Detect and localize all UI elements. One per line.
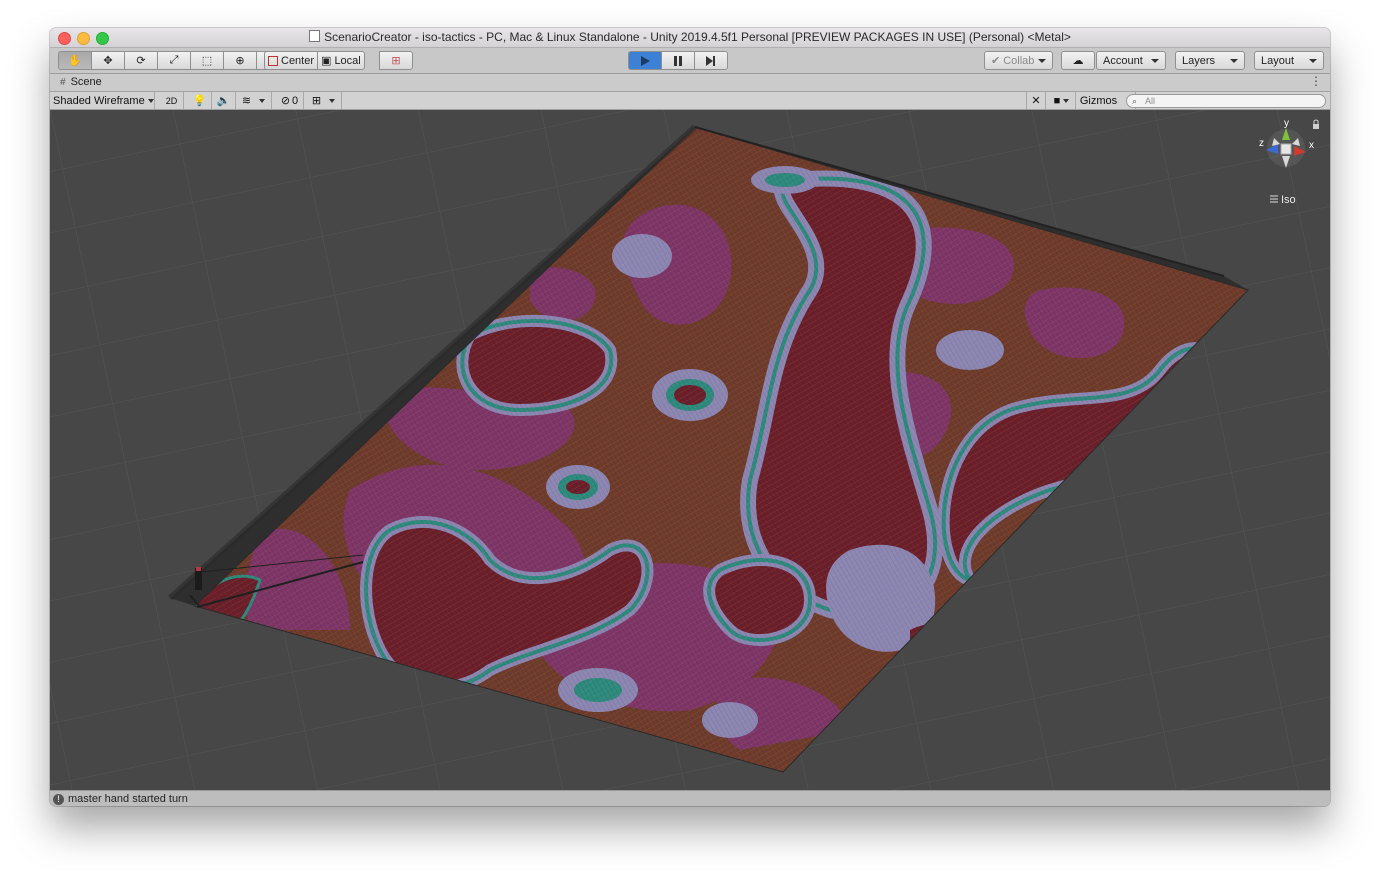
- play-button[interactable]: [628, 51, 661, 70]
- window-title: ScenarioCreator - iso-tactics - PC, Mac …: [50, 30, 1330, 44]
- camera-dropdown[interactable]: ■: [1048, 92, 1076, 109]
- camera-icon: ■: [1053, 94, 1061, 107]
- layout-dropdown[interactable]: Layout: [1254, 51, 1324, 70]
- hidden-objects-toggle[interactable]: ⊘ 0: [276, 92, 304, 109]
- move-tool-button[interactable]: ✥: [91, 51, 124, 70]
- crossed-tools-icon: ✕: [1031, 95, 1041, 107]
- rect-icon: ⬚: [201, 55, 213, 67]
- chevron-down-icon: [147, 98, 154, 103]
- tab-menu-icon[interactable]: ⋮: [1310, 74, 1322, 88]
- scene-tab[interactable]: # Scene: [54, 75, 108, 89]
- cloud-button[interactable]: ☁: [1061, 51, 1095, 70]
- status-bar[interactable]: ! master hand started turn: [50, 790, 1330, 806]
- pause-icon: [674, 55, 682, 66]
- collab-group: ✔ Collab: [984, 51, 1054, 70]
- hand-tool-button[interactable]: ✋: [58, 51, 91, 70]
- toggle-2d-label: 2D: [165, 95, 178, 106]
- scene-canvas[interactable]: y x z Iso: [50, 110, 1330, 790]
- layers-effects-icon: ≋: [241, 95, 252, 107]
- gizmos-label: Gizmos: [1079, 94, 1118, 107]
- step-icon: [706, 55, 715, 66]
- grid-icon: ⊞: [311, 95, 322, 107]
- pivot-icon: [268, 55, 278, 66]
- transform-tool-button[interactable]: ⊕: [223, 51, 256, 70]
- chevron-down-icon: [329, 98, 336, 103]
- main-toolbar: ✋ ✥ ⟳ ⤢ ⬚ ⊕ ✂ Center ▣ Local ⊞: [50, 48, 1330, 74]
- account-label: Account: [1103, 54, 1143, 67]
- window-title-text: ScenarioCreator - iso-tactics - PC, Mac …: [324, 30, 1071, 44]
- eye-slash-icon: ⊘: [280, 95, 291, 107]
- title-bar: ScenarioCreator - iso-tactics - PC, Mac …: [50, 28, 1330, 48]
- play-icon: [641, 55, 650, 66]
- camera-body: [195, 568, 202, 590]
- toggle-2d-button[interactable]: 2D: [160, 92, 184, 109]
- grid-dropdown[interactable]: ⊞: [306, 92, 342, 109]
- scene-grid-icon: #: [60, 76, 66, 88]
- playback-controls: [628, 51, 728, 70]
- effects-dropdown[interactable]: ≋: [236, 92, 272, 109]
- pause-button[interactable]: [661, 51, 694, 70]
- lightbulb-icon: 💡: [192, 95, 207, 107]
- cloud-icon: ☁: [1072, 55, 1084, 67]
- search-icon: ⌕: [1132, 96, 1138, 106]
- hidden-count: 0: [292, 94, 299, 107]
- scene-viewport[interactable]: y x z Iso: [50, 110, 1330, 790]
- chevron-down-icon: [259, 98, 266, 103]
- collab-label: Collab: [1003, 54, 1035, 67]
- gizmo-center-cube[interactable]: [1280, 143, 1292, 155]
- unity-editor-window: ScenarioCreator - iso-tactics - PC, Mac …: [50, 28, 1330, 806]
- scene-tab-label: Scene: [70, 76, 102, 88]
- speaker-icon: 🔈: [216, 95, 231, 107]
- scale-tool-button[interactable]: ⤢: [157, 51, 190, 70]
- pivot-center-button[interactable]: Center: [264, 51, 318, 70]
- search-placeholder: All: [1145, 96, 1156, 106]
- cloud-group: ☁: [1061, 51, 1095, 70]
- chevron-down-icon: [1063, 98, 1070, 103]
- rotate-icon: ⟳: [136, 55, 146, 67]
- document-icon: [309, 30, 321, 42]
- transform-tools-group: ✋ ✥ ⟳ ⤢ ⬚ ⊕ ✂: [58, 51, 290, 70]
- scale-icon: ⤢: [169, 54, 179, 66]
- grid-snap-button[interactable]: ⊞: [379, 51, 413, 70]
- info-icon: !: [53, 793, 64, 805]
- grid-snap-icon: ⊞: [391, 55, 401, 67]
- layers-group: Layers: [1175, 51, 1245, 70]
- layers-label: Layers: [1182, 54, 1216, 67]
- audio-toggle[interactable]: 🔈: [212, 92, 236, 109]
- collab-dropdown[interactable]: ✔ Collab: [984, 51, 1054, 70]
- shading-mode-dropdown[interactable]: Shaded Wireframe: [50, 92, 155, 109]
- account-group: Account: [1096, 51, 1166, 70]
- transform-icon: ⊕: [235, 55, 245, 67]
- rotate-tool-button[interactable]: ⟳: [124, 51, 157, 70]
- cube-icon: ▣: [321, 55, 332, 67]
- tools-toggle[interactable]: ✕: [1026, 92, 1046, 109]
- pivot-group: Center ▣ Local: [264, 51, 365, 70]
- lighting-toggle[interactable]: 💡: [188, 92, 212, 109]
- shading-mode-label: Shaded Wireframe: [53, 94, 145, 107]
- rect-tool-button[interactable]: ⬚: [190, 51, 223, 70]
- pivot-label: Center: [281, 54, 315, 67]
- gizmo-y-label: y: [1284, 118, 1289, 129]
- layout-group: Layout: [1254, 51, 1324, 70]
- camera-marker: [196, 567, 201, 571]
- layout-label: Layout: [1261, 54, 1295, 67]
- scene-tab-bar: # Scene ⋮: [50, 74, 1330, 92]
- lock-icon[interactable]: [1313, 124, 1319, 129]
- scene-view-toolbar: Shaded Wireframe 2D 💡 🔈 ≋ ⊘ 0 ⊞ ✕ ■ Gizm…: [50, 92, 1330, 110]
- projection-label: Iso: [1281, 194, 1296, 206]
- gizmo-z-label: z: [1259, 138, 1264, 149]
- check-icon: ✔: [991, 55, 1001, 67]
- gizmo-x-label: x: [1309, 140, 1314, 151]
- scene-search-input[interactable]: ⌕ All: [1126, 94, 1326, 108]
- step-button[interactable]: [694, 51, 728, 70]
- pivot-space-button[interactable]: ▣ Local: [317, 51, 365, 70]
- layers-dropdown[interactable]: Layers: [1175, 51, 1245, 70]
- account-dropdown[interactable]: Account: [1096, 51, 1166, 70]
- move-icon: ✥: [103, 55, 113, 67]
- status-message: master hand started turn: [68, 793, 188, 805]
- snap-group: ⊞: [379, 51, 413, 70]
- space-label: Local: [334, 54, 361, 67]
- hand-icon: ✋: [68, 55, 82, 67]
